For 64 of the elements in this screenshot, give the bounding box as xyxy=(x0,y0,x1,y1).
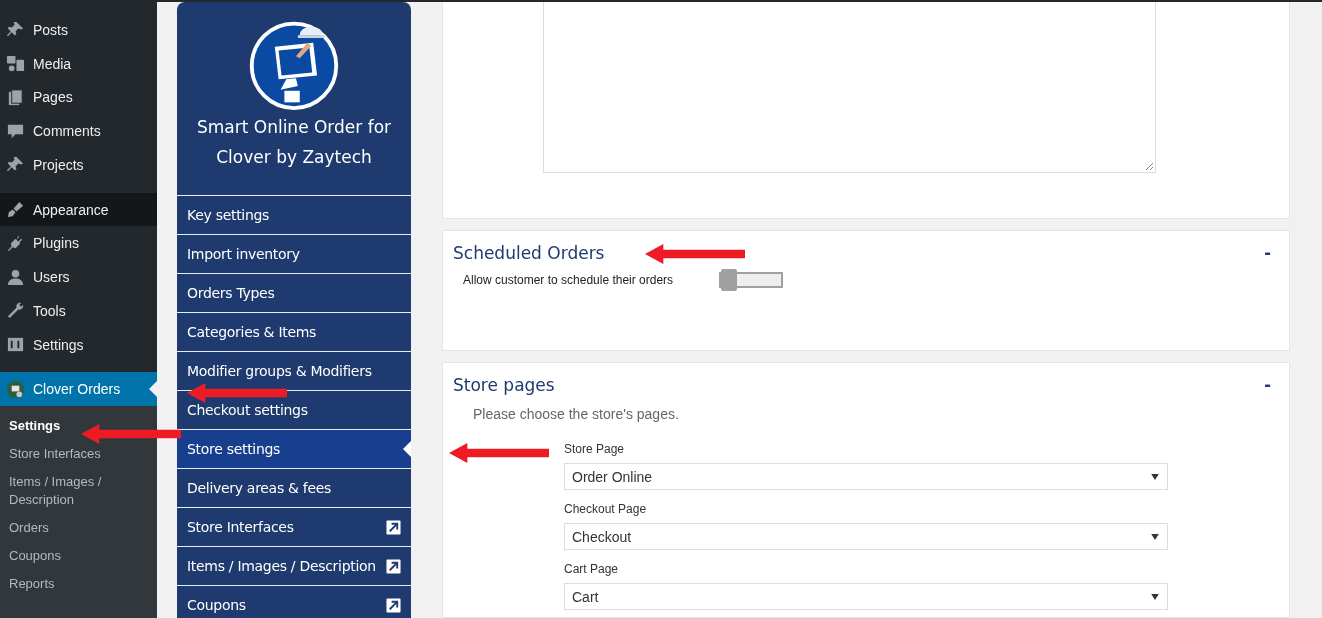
plugin-title: Smart Online Order for Clover by Zaytech xyxy=(195,116,393,169)
submenu-item[interactable]: Reports xyxy=(0,570,64,599)
field-label: Cart Page xyxy=(564,562,620,576)
menu-item[interactable]: Pages xyxy=(0,80,157,115)
nav-item[interactable]: Categories & Items xyxy=(177,312,411,351)
nav-label: Delivery areas & fees xyxy=(187,480,332,496)
caret-icon xyxy=(1151,593,1159,600)
nav-item[interactable]: Delivery areas & fees xyxy=(177,468,411,507)
submenu-item[interactable]: Coupons xyxy=(0,542,71,571)
menu-item[interactable]: Appearance xyxy=(0,192,157,227)
nav-label: Coupons xyxy=(187,597,246,613)
menu-item[interactable]: Projects xyxy=(0,148,157,182)
field-label: Store Page xyxy=(564,442,626,456)
submenu-item[interactable]: Items / Images / Description xyxy=(0,468,128,515)
caret-icon xyxy=(1151,533,1159,540)
page-select[interactable]: Order Online xyxy=(564,463,1168,490)
nav-label: Checkout settings xyxy=(187,402,308,418)
panel-title: Store pages xyxy=(453,374,555,395)
collapse-toggle[interactable]: - xyxy=(1264,241,1271,264)
nav-label: Modifier groups & Modifiers xyxy=(187,363,372,379)
nav-item[interactable]: Import inventory xyxy=(177,234,411,273)
nav-label: Import inventory xyxy=(187,246,300,262)
pages-icon xyxy=(6,87,25,107)
nav-item[interactable]: Items / Images / Description xyxy=(177,546,411,585)
nav-item[interactable]: Key settings xyxy=(177,195,411,234)
current-indicator-icon xyxy=(403,441,411,457)
caret-icon xyxy=(1151,473,1159,480)
user-icon xyxy=(6,267,25,287)
panel-title: Scheduled Orders xyxy=(453,242,605,263)
menu-item[interactable]: Users xyxy=(0,260,157,294)
field-label: Checkout Page xyxy=(564,502,648,516)
nav-label: Store settings xyxy=(187,441,281,457)
clover-icon xyxy=(6,379,25,399)
submenu-item[interactable]: Store Interfaces xyxy=(0,440,110,469)
nav-item[interactable]: Orders Types xyxy=(177,273,411,312)
menu-item[interactable]: Clover Orders xyxy=(0,372,157,407)
nav-item[interactable]: Store Interfaces xyxy=(177,507,411,546)
nav-label: Categories & Items xyxy=(187,324,317,340)
nav-label: Items / Images / Description xyxy=(187,558,376,574)
current-indicator-icon xyxy=(149,381,157,398)
option-label: Allow customer to schedule their orders xyxy=(463,273,674,287)
toggle-switch[interactable] xyxy=(719,272,784,288)
brush-icon xyxy=(6,200,25,220)
plug-icon xyxy=(6,233,25,253)
submenu-item[interactable]: Orders xyxy=(0,514,58,543)
menu-item[interactable]: Settings xyxy=(0,327,157,362)
resize-handle-icon[interactable] xyxy=(1145,162,1153,170)
nav-item[interactable]: Store settings xyxy=(177,429,411,468)
nav-label: Store Interfaces xyxy=(187,519,294,535)
nav-label: Orders Types xyxy=(187,285,275,301)
panel-description: Please choose the store's pages. xyxy=(473,406,680,422)
menu-item[interactable]: Posts xyxy=(0,13,157,47)
wrench-icon xyxy=(6,301,25,321)
page-select[interactable]: Cart xyxy=(564,583,1168,610)
media-icon xyxy=(6,54,25,74)
nav-item[interactable]: Coupons xyxy=(177,585,411,618)
menu-item[interactable]: Tools xyxy=(0,293,157,328)
menu-item[interactable]: Plugins xyxy=(0,226,157,261)
nav-label: Key settings xyxy=(187,207,270,223)
collapse-toggle[interactable]: - xyxy=(1264,373,1271,396)
submenu-item[interactable]: Settings xyxy=(0,412,70,441)
menu-item[interactable]: Media xyxy=(0,46,157,81)
page-select[interactable]: Checkout xyxy=(564,523,1168,550)
menu-item[interactable]: Comments xyxy=(0,114,157,148)
